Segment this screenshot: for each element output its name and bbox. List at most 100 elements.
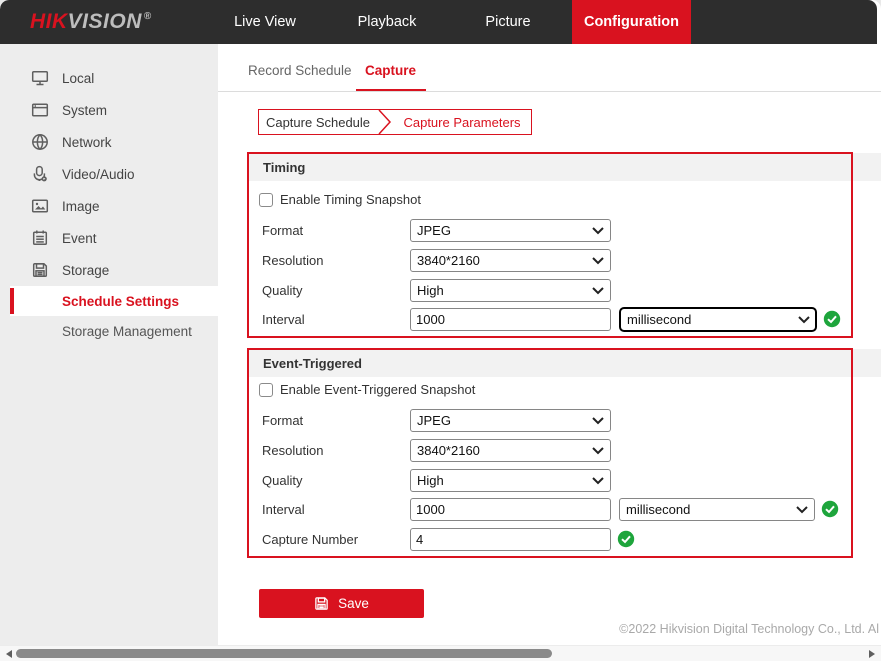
timing-interval-input[interactable] [410,308,611,331]
event-triggered-section-header: Event-Triggered [248,349,881,377]
breadcrumb-chevron-icon [377,110,393,134]
timing-section-header: Timing [248,153,881,181]
field-label: Resolution [262,443,410,458]
sidebar-item-label: System [62,103,107,118]
sidebar-item-system[interactable]: System [0,94,218,126]
nav-playback[interactable]: Playback [332,0,442,44]
event-capture-number-row: Capture Number [262,527,635,551]
event-resolution-row: Resolution 3840*2160 [262,438,611,462]
microphone-icon [31,165,49,183]
event-format-row: Format JPEG [262,408,611,432]
nav-label: Configuration [584,14,679,30]
tab-record-schedule[interactable]: Record Schedule [248,63,352,78]
event-interval-unit-select[interactable]: millisecond [619,498,815,521]
field-label: Resolution [262,253,410,268]
sidebar-item-storage-management[interactable]: Storage Management [0,316,218,346]
field-label: Capture Number [262,532,410,547]
valid-check-icon [823,310,841,328]
enable-event-triggered-snapshot-checkbox[interactable] [259,383,273,397]
sidebar-item-label: Event [62,231,97,246]
timing-resolution-row: Resolution 3840*2160 [262,248,611,272]
field-label: Interval [262,502,410,517]
subtab-capture-parameters[interactable]: Capture Parameters [393,115,531,130]
timing-format-select[interactable]: JPEG [410,219,611,242]
horizontal-scrollbar[interactable] [0,645,881,661]
event-capture-number-input[interactable] [410,528,611,551]
section-title: Event-Triggered [263,356,362,371]
field-label: Format [262,413,410,428]
subtab-label: Capture Schedule [266,115,370,130]
event-quality-select[interactable]: High [410,469,611,492]
sidebar-item-image[interactable]: Image [0,190,218,222]
section-title: Timing [263,160,305,175]
sidebar-item-storage[interactable]: Storage [0,254,218,286]
timing-resolution-select[interactable]: 3840*2160 [410,249,611,272]
top-navigation-bar: HIKVISION® Live View Playback Picture Co… [0,0,877,44]
sidebar-item-label: Network [62,135,112,150]
capture-subtabs: Capture Schedule Capture Parameters [258,109,532,135]
save-icon [314,596,329,611]
nav-label: Playback [358,14,417,30]
event-interval-input[interactable] [410,498,611,521]
checkbox-label: Enable Event-Triggered Snapshot [280,382,475,397]
scroll-right-arrow-icon[interactable] [869,650,875,658]
sidebar-item-event[interactable]: Event [0,222,218,254]
tab-capture[interactable]: Capture [365,63,416,78]
monitor-icon [31,69,49,87]
timing-quality-select[interactable]: High [410,279,611,302]
nav-label: Live View [234,14,296,30]
nav-picture[interactable]: Picture [453,0,563,44]
main-content: Record Schedule Capture Capture Schedule… [218,44,881,645]
timing-quality-row: Quality High [262,278,611,302]
enable-timing-snapshot-checkbox[interactable] [259,193,273,207]
scroll-left-arrow-icon[interactable] [6,650,12,658]
tab-divider [218,91,881,92]
sidebar-item-schedule-settings[interactable]: Schedule Settings [10,286,218,316]
app-window: HIKVISION® Live View Playback Picture Co… [0,0,881,661]
nav-live-view[interactable]: Live View [210,0,320,44]
subtab-label: Capture Parameters [403,115,520,130]
checkbox-label: Enable Timing Snapshot [280,192,421,207]
enable-timing-snapshot-row: Enable Timing Snapshot [259,191,421,208]
event-format-select[interactable]: JPEG [410,409,611,432]
tab-label: Capture [365,63,416,78]
field-label: Interval [262,312,410,327]
logo-hik: HIK [30,10,68,34]
globe-icon [31,133,49,151]
sidebar-item-local[interactable]: Local [0,62,218,94]
image-icon [31,197,49,215]
subtab-capture-schedule[interactable]: Capture Schedule [259,115,377,130]
field-label: Quality [262,283,410,298]
sidebar-item-label: Local [62,71,94,86]
registered-mark: ® [144,11,152,22]
save-button-label: Save [338,596,369,611]
nav-label: Picture [485,14,530,30]
sidebar-item-label: Video/Audio [62,167,135,182]
scrollbar-thumb[interactable] [16,649,552,658]
copyright-text: ©2022 Hikvision Digital Technology Co., … [619,622,879,636]
sidebar-item-video-audio[interactable]: Video/Audio [0,158,218,190]
event-resolution-select[interactable]: 3840*2160 [410,439,611,462]
field-label: Quality [262,473,410,488]
enable-event-triggered-snapshot-row: Enable Event-Triggered Snapshot [259,381,475,398]
save-button[interactable]: Save [259,589,424,618]
sidebar-item-label: Image [62,199,100,214]
timing-format-row: Format JPEG [262,218,611,242]
calendar-icon [31,229,49,247]
nav-configuration[interactable]: Configuration [572,0,691,44]
hikvision-logo: HIKVISION® [30,0,152,44]
sidebar-subitem-label: Storage Management [62,324,192,339]
active-indicator-bar [10,288,14,314]
logo-vision: VISION [68,10,142,34]
event-quality-row: Quality High [262,468,611,492]
tab-label: Record Schedule [248,63,352,78]
timing-interval-row: Interval millisecond [262,307,841,331]
timing-interval-unit-select[interactable]: millisecond [619,307,817,332]
valid-check-icon [821,500,839,518]
window-icon [31,101,49,119]
field-label: Format [262,223,410,238]
floppy-icon [31,261,49,279]
sidebar-subitem-label: Schedule Settings [62,294,179,309]
sidebar-item-network[interactable]: Network [0,126,218,158]
event-interval-row: Interval millisecond [262,497,839,521]
